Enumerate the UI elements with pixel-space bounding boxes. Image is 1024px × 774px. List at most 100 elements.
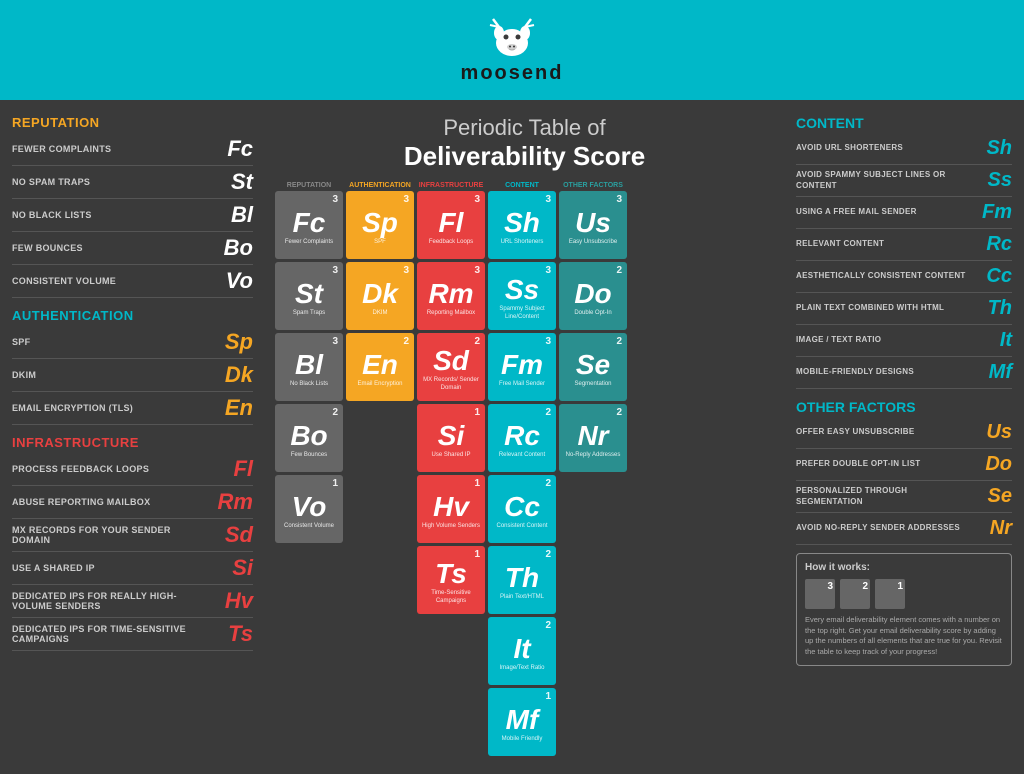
sidebar-item-label: CONSISTENT VOLUME <box>12 276 203 286</box>
title-line2: Deliverability Score <box>275 141 774 172</box>
sidebar-item: ABUSE REPORTING MAILBOX Rm <box>12 489 253 519</box>
cell-label: Easy Unsubscribe <box>569 239 617 246</box>
sidebar-item: USE A SHARED IP Si <box>12 555 253 585</box>
periodic-table-row: 1 Vo Consistent Volume 1 Hv High Volume … <box>275 475 774 543</box>
cell-label: Spam Traps <box>293 310 325 317</box>
periodic-table-cell <box>559 475 627 543</box>
sidebar-item-label: MX RECORDS FOR YOUR SENDER DOMAIN <box>12 525 203 545</box>
periodic-table-cell: 2 Se Segmentation <box>559 333 627 401</box>
periodic-table-cell: 2 Cc Consistent Content <box>488 475 556 543</box>
periodic-table-cell <box>559 617 627 685</box>
right-item-symbol: Rc <box>972 233 1012 256</box>
right-item-label: OFFER EASY UNSUBSCRIBE <box>796 427 972 437</box>
right-item: AVOID URL SHORTENERS Sh <box>796 137 1012 165</box>
right-item-label: AESTHETICALLY CONSISTENT CONTENT <box>796 271 972 281</box>
periodic-table-cell <box>346 546 414 614</box>
right-item: PREFER DOUBLE OPT-IN LIST Do <box>796 453 1012 481</box>
right-item: IMAGE / TEXT RATIO It <box>796 329 1012 357</box>
cell-symbol: Bl <box>295 351 323 379</box>
cell-symbol: Bo <box>290 422 327 450</box>
periodic-table-cell: 3 Sp SPF <box>346 191 414 259</box>
col-header-reputation: REPUTATION <box>275 182 343 189</box>
right-item: RELEVANT CONTENT Rc <box>796 233 1012 261</box>
cell-number: 1 <box>545 691 551 702</box>
sidebar-item-label: DEDICATED IPS FOR REALLY HIGH-VOLUME SEN… <box>12 591 203 611</box>
periodic-table-cell: 3 St Spam Traps <box>275 262 343 330</box>
cell-symbol: Th <box>505 564 539 592</box>
periodic-table-cell: 3 Sh URL Shorteners <box>488 191 556 259</box>
title-line1: Periodic Table of <box>275 115 774 141</box>
col-header-infra: INFRASTRUCTURE <box>417 182 485 189</box>
right-item-label: PLAIN TEXT COMBINED WITH HTML <box>796 303 972 313</box>
right-item-symbol: Ss <box>972 169 1012 192</box>
sidebar-item-symbol: Bo <box>203 235 253 261</box>
sidebar-item-symbol: Dk <box>203 362 253 388</box>
periodic-table-cell: 1 Mf Mobile Friendly <box>488 688 556 756</box>
right-item-label: RELEVANT CONTENT <box>796 239 972 249</box>
periodic-table-cell: 2 Nr No-Reply Addresses <box>559 404 627 472</box>
cell-symbol: Ts <box>435 560 467 588</box>
cell-label: No-Reply Addresses <box>566 452 621 459</box>
cell-label: Relevant Content <box>499 452 545 459</box>
sidebar-item: CONSISTENT VOLUME Vo <box>12 268 253 298</box>
sidebar-item: EMAIL ENCRYPTION (TLS) En <box>12 395 253 425</box>
periodic-table-row: 2 It Image/Text Ratio <box>275 617 774 685</box>
right-item-label: USING A FREE MAIL SENDER <box>796 207 972 217</box>
cell-symbol: Se <box>576 351 610 379</box>
periodic-table-cell <box>346 688 414 756</box>
cell-number: 3 <box>474 265 480 276</box>
cell-number: 3 <box>545 194 551 205</box>
right-item: USING A FREE MAIL SENDER Fm <box>796 201 1012 229</box>
periodic-table-cell: 2 Sd MX Records/ Sender Domain <box>417 333 485 401</box>
cell-number: 2 <box>616 336 622 347</box>
sidebar-item: FEW BOUNCES Bo <box>12 235 253 265</box>
periodic-table-cell <box>417 688 485 756</box>
periodic-table-cell <box>346 404 414 472</box>
cell-symbol: Sp <box>362 209 398 237</box>
sidebar-item-symbol: Ts <box>203 621 253 647</box>
cell-number: 1 <box>474 407 480 418</box>
periodic-table-cell: 2 Bo Few Bounces <box>275 404 343 472</box>
how-it-works-title: How it works: <box>805 562 1003 573</box>
cell-symbol: Rm <box>428 280 473 308</box>
cell-symbol: Cc <box>504 493 540 521</box>
sidebar-item: NO BLACK LISTS Bl <box>12 202 253 232</box>
right-item-label: PERSONALIZED THROUGH SEGMENTATION <box>796 486 972 507</box>
periodic-table-cell <box>346 617 414 685</box>
periodic-table-cell: 3 Fm Free Mail Sender <box>488 333 556 401</box>
mini-cell-2: 2 <box>840 579 870 609</box>
sidebar-item: DKIM Dk <box>12 362 253 392</box>
sidebar-item: FEWER COMPLAINTS Fc <box>12 136 253 166</box>
sidebar-item-symbol: Sp <box>203 329 253 355</box>
sidebar-item-symbol: Sd <box>203 522 253 548</box>
right-item-label: MOBILE-FRIENDLY DESIGNS <box>796 367 972 377</box>
cell-label: Double Opt-In <box>574 310 611 317</box>
right-item-label: PREFER DOUBLE OPT-IN LIST <box>796 459 972 469</box>
periodic-table-cell: 2 Th Plain Text/HTML <box>488 546 556 614</box>
cell-label: Mobile Friendly <box>502 736 543 743</box>
cell-label: Consistent Volume <box>284 523 334 530</box>
right-item-symbol: Th <box>972 297 1012 320</box>
periodic-table-cell <box>346 475 414 543</box>
sidebar-item-label: SPF <box>12 337 203 347</box>
infrastructure-section: PROCESS FEEDBACK LOOPS Fl ABUSE REPORTIN… <box>12 456 253 651</box>
periodic-table-cell <box>559 546 627 614</box>
cell-symbol: Us <box>575 209 611 237</box>
sidebar-item-symbol: St <box>203 169 253 195</box>
cell-label: Image/Text Ratio <box>499 665 544 672</box>
periodic-table-cell: 3 Fl Feedback Loops <box>417 191 485 259</box>
cell-number: 2 <box>545 549 551 560</box>
right-item: AVOID NO-REPLY SENDER ADDRESSES Nr <box>796 517 1012 545</box>
periodic-table-row: 1 Mf Mobile Friendly <box>275 688 774 756</box>
cell-number: 2 <box>332 407 338 418</box>
periodic-table-cell: 3 Us Easy Unsubscribe <box>559 191 627 259</box>
cell-number: 3 <box>545 265 551 276</box>
periodic-table-cell: 1 Ts Time-Sensitive Campaigns <box>417 546 485 614</box>
cell-label: MX Records/ Sender Domain <box>419 377 483 391</box>
col-header-auth: AUTHENTICATION <box>346 182 414 189</box>
cell-number: 2 <box>403 336 409 347</box>
right-item: AESTHETICALLY CONSISTENT CONTENT Cc <box>796 265 1012 293</box>
cell-label: Spammy Subject Line/Content <box>490 306 554 320</box>
cell-number: 3 <box>332 336 338 347</box>
right-item-label: AVOID URL SHORTENERS <box>796 143 972 153</box>
